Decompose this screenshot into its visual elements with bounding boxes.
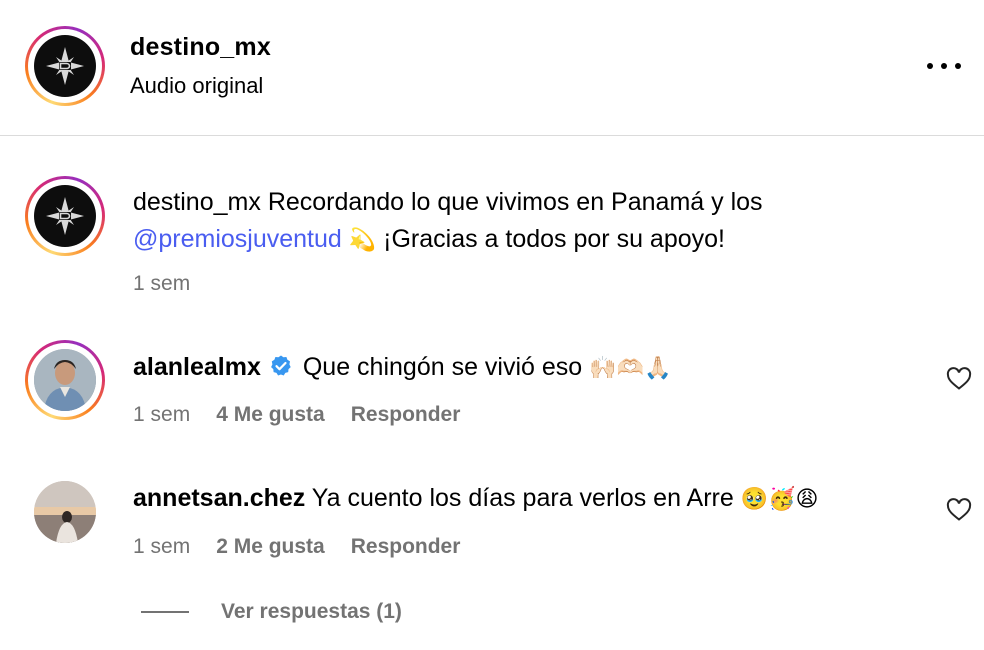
audio-link[interactable]: Audio original [130,73,263,99]
comment-time[interactable]: 1 sem [133,403,190,427]
caption-meta: 1 sem [133,272,190,296]
caption-time[interactable]: 1 sem [133,272,190,296]
post-header: destino_mx Audio original [0,0,984,136]
heart-icon[interactable] [946,498,972,522]
more-options-icon[interactable] [927,58,961,74]
reply-button[interactable]: Responder [351,535,461,559]
heart-icon[interactable] [946,367,972,391]
star-logo-icon [46,197,84,235]
comment-username[interactable]: annetsan.chez [133,484,305,512]
likes-count[interactable]: 2 Me gusta [216,535,325,559]
caption-body: Recordando lo que vivimos en Panamá y lo… [267,188,763,216]
caption-body-2: ¡Gracias a todos por su apoyo! [383,225,725,253]
comment-meta: 1 sem 2 Me gusta Responder [133,535,460,559]
comment-meta: 1 sem 4 Me gusta Responder [133,403,460,427]
caption-username[interactable]: destino_mx [133,188,261,216]
comment-username[interactable]: alanlealmx [133,353,261,381]
star-logo-icon [46,47,84,85]
verified-badge-icon [270,355,291,376]
reply-button[interactable]: Responder [351,403,461,427]
comment-emoji: 🙌🏻🫶🏻🙏🏻 [589,356,672,381]
likes-count[interactable]: 4 Me gusta [216,403,325,427]
comment-line: annetsan.chez Ya cuento los días para ve… [133,481,818,517]
divider-line [141,611,189,613]
account-avatar[interactable] [34,35,96,97]
comment-emoji: 🥹🥳😩 [740,487,819,512]
view-replies-label: Ver respuestas (1) [221,600,402,623]
caption-text: destino_mx Recordando lo que vivimos en … [133,184,923,259]
caption-avatar[interactable] [34,185,96,247]
mention-link[interactable]: @premiosjuventud [133,225,342,253]
comment-text: Ya cuento los días para verlos en Arre [311,484,734,512]
comment-avatar[interactable] [34,349,96,411]
header-username[interactable]: destino_mx [130,33,271,62]
caption-emoji: 💫 [348,228,377,253]
view-replies-button[interactable]: Ver respuestas (1) [141,600,402,624]
comment-text: Que chingón se vivió eso [302,353,583,381]
person-photo [34,349,96,411]
comment-avatar[interactable] [34,481,96,543]
person-photo [34,481,96,543]
comment-line: alanlealmx Que chingón se vivió eso 🙌🏻🫶🏻… [133,350,671,386]
comment-time[interactable]: 1 sem [133,535,190,559]
